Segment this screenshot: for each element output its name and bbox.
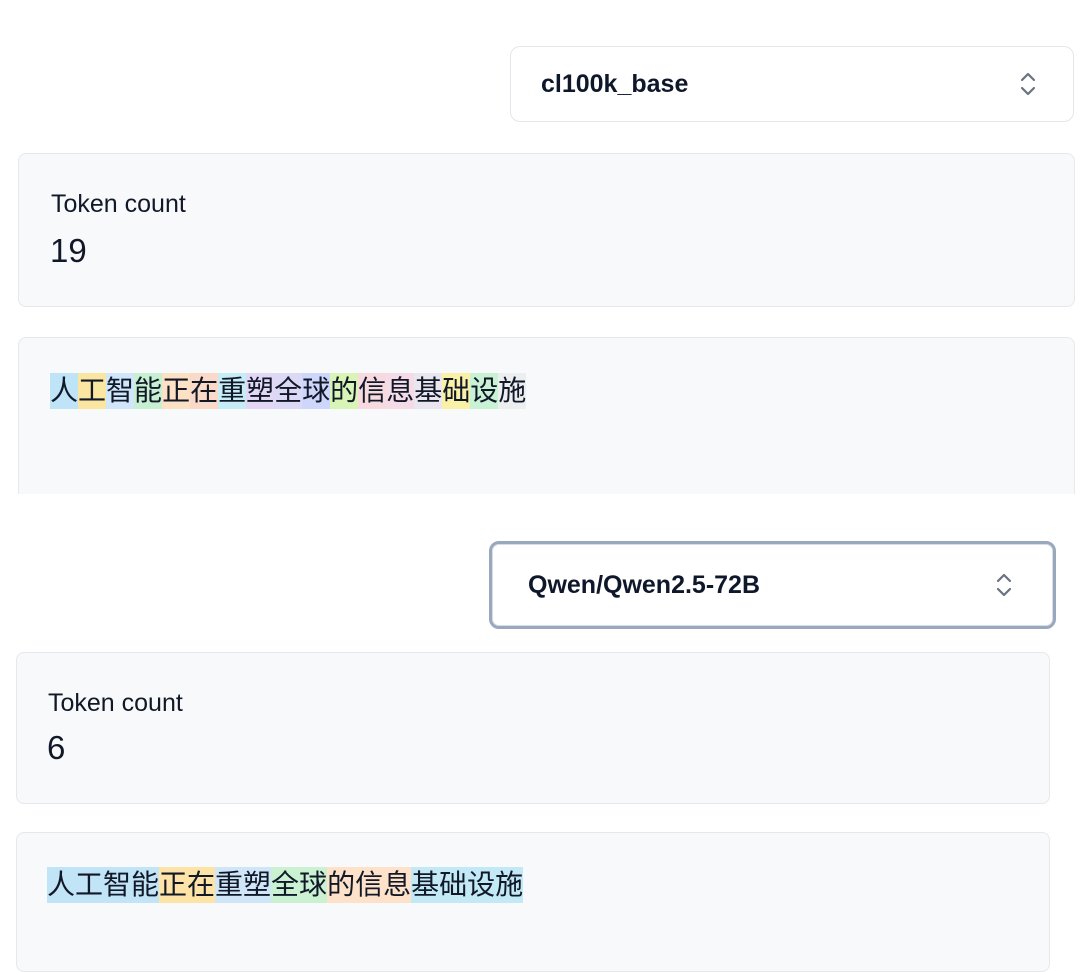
token-count-label: Token count: [48, 689, 183, 717]
panel-separator: [0, 494, 1080, 524]
token-highlight-text: 人工智能正在重塑全球的信息基础设施: [50, 373, 527, 409]
token-chip: 信: [358, 373, 387, 409]
tokenizer-select-value: Qwen/Qwen2.5-72B: [528, 570, 761, 599]
token-chip: 设: [470, 373, 499, 409]
token-visualization-card-top: 人工智能正在重塑全球的信息基础设施: [18, 337, 1075, 507]
token-chip: 全球: [271, 867, 328, 903]
token-chip: 基础设施: [411, 867, 524, 903]
token-count-label: Token count: [51, 190, 186, 218]
token-count-value: 19: [50, 232, 87, 269]
token-chip: 正在: [159, 867, 216, 903]
token-chip: 塑: [246, 373, 275, 409]
token-chip: 基: [414, 373, 443, 409]
token-chip: 重塑: [215, 867, 272, 903]
token-chip: 在: [190, 373, 219, 409]
chevron-up-down-icon: [993, 570, 1015, 600]
chevron-up-down-icon: [1017, 69, 1039, 99]
token-chip: 球: [302, 373, 331, 409]
token-chip: 息: [386, 373, 415, 409]
token-chip: 全: [274, 373, 303, 409]
token-chip: 人工智能: [47, 867, 160, 903]
token-visualization-card-bottom: 人工智能正在重塑全球的信息基础设施: [16, 832, 1050, 972]
token-chip: 人: [50, 373, 79, 409]
token-count-value: 6: [47, 729, 66, 766]
tokenizer-select-value: cl100k_base: [541, 69, 689, 98]
token-chip: 础: [442, 373, 471, 409]
token-chip: 施: [498, 373, 527, 409]
token-chip: 正: [162, 373, 191, 409]
token-highlight-text: 人工智能正在重塑全球的信息基础设施: [47, 867, 524, 903]
token-count-card-bottom: Token count 6: [16, 652, 1050, 804]
tokenizer-select-top[interactable]: cl100k_base: [510, 46, 1074, 122]
tokenizer-select-bottom[interactable]: Qwen/Qwen2.5-72B: [489, 541, 1056, 629]
token-chip: 智: [106, 373, 135, 409]
token-chip: 能: [134, 373, 163, 409]
token-chip: 重: [218, 373, 247, 409]
token-chip: 的信息: [327, 867, 412, 903]
token-count-card-top: Token count 19: [18, 153, 1075, 307]
token-chip: 的: [330, 373, 359, 409]
token-chip: 工: [78, 373, 107, 409]
